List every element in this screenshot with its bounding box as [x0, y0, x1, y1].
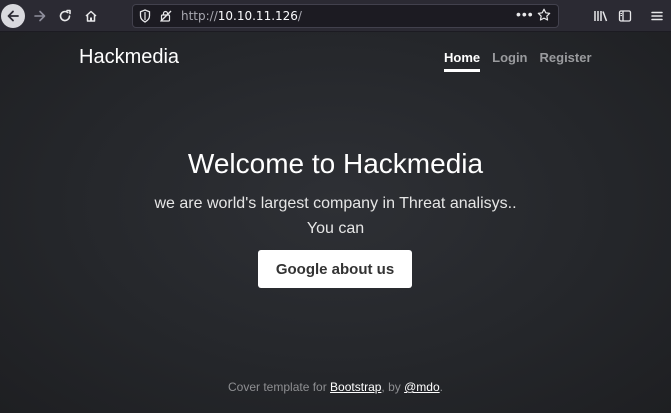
- footer-prefix: Cover template for: [228, 380, 331, 394]
- url-path: /: [297, 9, 302, 23]
- nav-home[interactable]: Home: [444, 50, 481, 72]
- sidebar-icon: [618, 10, 632, 22]
- bootstrap-link[interactable]: Bootstrap: [330, 380, 381, 394]
- nav-login[interactable]: Login: [492, 50, 527, 72]
- library-button[interactable]: [588, 3, 614, 29]
- insecure-lock-icon[interactable]: [159, 9, 173, 23]
- arrow-left-icon: [7, 10, 19, 22]
- url-text[interactable]: http://10.10.11.126/: [181, 9, 302, 23]
- reload-icon: [59, 9, 71, 22]
- page-actions-menu[interactable]: •••: [516, 6, 534, 22]
- address-bar[interactable]: http://10.10.11.126/ •••: [132, 4, 559, 28]
- nav-register[interactable]: Register: [540, 50, 592, 72]
- browser-toolbar: http://10.10.11.126/ •••: [0, 0, 671, 32]
- home-icon: [85, 10, 97, 22]
- google-about-us-button[interactable]: Google about us: [258, 250, 412, 288]
- hamburger-menu-icon: [651, 11, 663, 21]
- bookmark-star-icon[interactable]: [537, 8, 551, 22]
- app-menu-button[interactable]: [644, 3, 670, 29]
- library-icon: [594, 11, 608, 22]
- home-button[interactable]: [78, 3, 104, 29]
- footer-text: Cover template for Bootstrap, by @mdo.: [0, 380, 671, 394]
- site-brand: Hackmedia: [79, 46, 180, 68]
- shield-icon[interactable]: [139, 9, 151, 23]
- hero-lead: we are world's largest company in Threat…: [0, 191, 671, 241]
- reload-button[interactable]: [52, 3, 78, 29]
- footer-middle: , by: [381, 380, 405, 394]
- url-host: 10.10.11.126: [217, 9, 298, 23]
- footer-suffix: .: [439, 380, 443, 394]
- mdo-link[interactable]: @mdo: [404, 380, 440, 394]
- hero-title: Welcome to Hackmedia: [187, 148, 484, 179]
- hero-lead-line1: we are world's largest company in Threat…: [154, 195, 517, 212]
- hero-lead-line2: You can: [306, 220, 365, 237]
- page-content: Hackmedia Home Login Register Welcome to…: [0, 32, 671, 413]
- arrow-right-icon: [34, 10, 46, 22]
- url-scheme: http://: [181, 9, 218, 23]
- back-button[interactable]: [1, 4, 25, 28]
- sidebar-button[interactable]: [612, 3, 638, 29]
- forward-button[interactable]: [27, 3, 53, 29]
- main-nav: Home Login Register: [444, 50, 604, 72]
